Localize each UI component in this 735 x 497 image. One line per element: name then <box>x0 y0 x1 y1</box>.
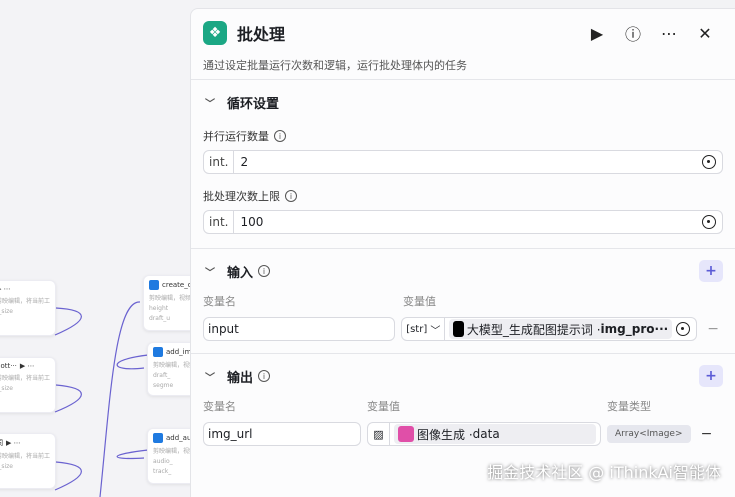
chevron-down-icon[interactable]: ﹀ <box>205 264 215 279</box>
variable-reference-icon[interactable] <box>702 215 716 229</box>
node-icon <box>153 433 163 443</box>
llm-node-icon <box>453 321 464 337</box>
parallel-count-input[interactable]: int. 2 <box>203 150 723 174</box>
panel-description: 通过设定批量运行次数和逻辑，运行批处理体内的任务 <box>203 59 467 72</box>
type-select[interactable]: [str] ﹀ <box>402 318 446 340</box>
parallel-label: 并行运行数量 <box>203 130 269 143</box>
loop-settings-section: ﹀ 循环设置 并行运行数量 i int. 2 批处理次数上限 i int. 100 <box>191 80 735 249</box>
batch-panel: ❖ 批处理 ▶ ⓘ ⋯ ✕ 通过设定批量运行次数和逻辑，运行批处理体内的任务 ﹀… <box>190 8 735 497</box>
input-name-field[interactable]: input <box>203 317 396 341</box>
loop-settings-header[interactable]: ﹀ 循环设置 <box>203 80 723 124</box>
chevron-down-icon: ﹀ <box>205 98 215 110</box>
batch-limit-input[interactable]: int. 100 <box>203 210 723 234</box>
remove-output-button[interactable]: − <box>697 426 717 442</box>
help-button[interactable]: ⓘ <box>615 21 651 45</box>
variable-reference-icon[interactable] <box>702 155 716 169</box>
workflow-node[interactable]: 词 ▶ ⋯剪映编辑，将当前工作流的输出t_size <box>0 433 56 489</box>
panel-header: ❖ 批处理 ▶ ⓘ ⋯ ✕ 通过设定批量运行次数和逻辑，运行批处理体内的任务 <box>191 9 735 80</box>
output-value-field[interactable]: ▨ 图像生成 · data <box>367 422 601 446</box>
workflow-canvas[interactable]: ▶ ⋯剪映编辑，将当前工作流的输出t_size bott··· ▶ ⋯剪映编辑，… <box>0 0 203 497</box>
watermark: 掘金技术社区 @ iThinkAi智能体 <box>487 463 721 482</box>
close-button[interactable]: ✕ <box>687 24 723 43</box>
node-icon <box>153 347 163 357</box>
add-input-button[interactable]: + <box>699 260 723 282</box>
input-section: ﹀ 输入 i + 变量名 变量值 input [str] ﹀ 大模型_生成配图提示词 ·… <box>191 249 735 354</box>
layers-icon: ❖ <box>203 21 227 45</box>
info-icon[interactable]: i <box>258 265 271 277</box>
image-gen-node-icon <box>398 426 414 442</box>
remove-input-button[interactable]: − <box>703 321 723 337</box>
input-value-field[interactable]: [str] ﹀ 大模型_生成配图提示词 · img_pro··· <box>401 317 698 341</box>
limit-label: 批处理次数上限 <box>203 190 280 203</box>
more-button[interactable]: ⋯ <box>651 24 687 43</box>
output-name-field[interactable]: img_url <box>203 422 361 446</box>
run-button[interactable]: ▶ <box>579 24 615 43</box>
output-type-badge: Array<Image> <box>607 425 691 443</box>
node-icon <box>149 280 159 290</box>
panel-title: 批处理 <box>237 25 286 44</box>
workflow-node[interactable]: ▶ ⋯剪映编辑，将当前工作流的输出t_size <box>0 280 56 336</box>
workflow-node[interactable]: bott··· ▶ ⋯剪映编辑，将当前工作流的输出t_size <box>0 357 56 413</box>
reference-tag: 图像生成 · data <box>394 424 596 444</box>
image-icon: ▨ <box>368 423 390 445</box>
reference-tag: 大模型_生成配图提示词 · img_pro··· <box>449 319 673 339</box>
add-output-button[interactable]: + <box>699 365 723 387</box>
info-icon[interactable]: i <box>274 130 286 142</box>
info-icon[interactable]: i <box>258 370 271 382</box>
info-icon[interactable]: i <box>285 190 297 202</box>
connections <box>54 301 149 497</box>
output-section: ﹀ 输出 i + 变量名 变量值 变量类型 img_url ▨ 图像生成 · data A… <box>191 354 735 446</box>
variable-reference-icon[interactable] <box>676 322 691 336</box>
chevron-down-icon[interactable]: ﹀ <box>205 369 215 384</box>
